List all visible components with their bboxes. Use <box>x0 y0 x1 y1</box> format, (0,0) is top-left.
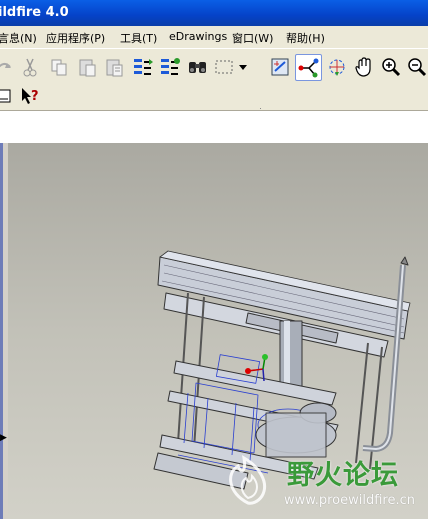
menu-bar: 言息(N) 应用程序(P) 工具(T) eDrawings 窗口(W) 帮助(H… <box>0 26 428 49</box>
datum-axis-icon[interactable] <box>295 54 322 81</box>
copy-icon[interactable] <box>47 55 71 79</box>
menu-window[interactable]: 窗口(W) <box>232 30 273 46</box>
menu-applications[interactable]: 应用程序(P) <box>46 30 105 46</box>
find-icon[interactable] <box>186 55 210 79</box>
menu-info[interactable]: 言息(N) <box>0 30 37 46</box>
redo-icon[interactable] <box>0 55 16 79</box>
dropdown-arrow-icon[interactable] <box>236 55 250 79</box>
zoom-in-icon[interactable] <box>379 55 403 79</box>
menu-help[interactable]: 帮助(H) <box>286 30 325 46</box>
message-area <box>0 110 428 144</box>
save-display-icon[interactable] <box>0 84 16 108</box>
regenerate-manager-icon[interactable] <box>158 55 182 79</box>
regenerate-icon[interactable] <box>131 55 155 79</box>
watermark-url: www.proewildfire.cn <box>284 493 415 508</box>
cut-icon[interactable] <box>18 55 42 79</box>
paste-special-icon[interactable] <box>102 55 126 79</box>
main-toolbar <box>0 49 428 129</box>
menu-tools[interactable]: 工具(T) <box>120 30 157 46</box>
secondary-toolbar: ? <box>0 85 428 107</box>
watermark-logo <box>218 448 278 508</box>
zoom-out-icon[interactable] <box>405 55 428 79</box>
title-bar: ildfire 4.0 <box>0 0 428 26</box>
paste-icon[interactable] <box>75 55 99 79</box>
select-box-icon[interactable] <box>212 55 236 79</box>
datum-display-icon[interactable] <box>268 55 292 79</box>
window-title: ildfire 4.0 <box>0 5 69 20</box>
pan-hand-icon[interactable] <box>352 55 376 79</box>
collapse-arrow-icon[interactable]: ▶ <box>0 433 7 443</box>
context-help-icon[interactable]: ? <box>18 84 42 108</box>
menu-edrawings[interactable]: eDrawings <box>169 30 227 43</box>
watermark-title: 野火论坛 <box>287 460 399 491</box>
svg-text:?: ? <box>31 89 39 104</box>
spin-center-icon[interactable] <box>325 55 349 79</box>
